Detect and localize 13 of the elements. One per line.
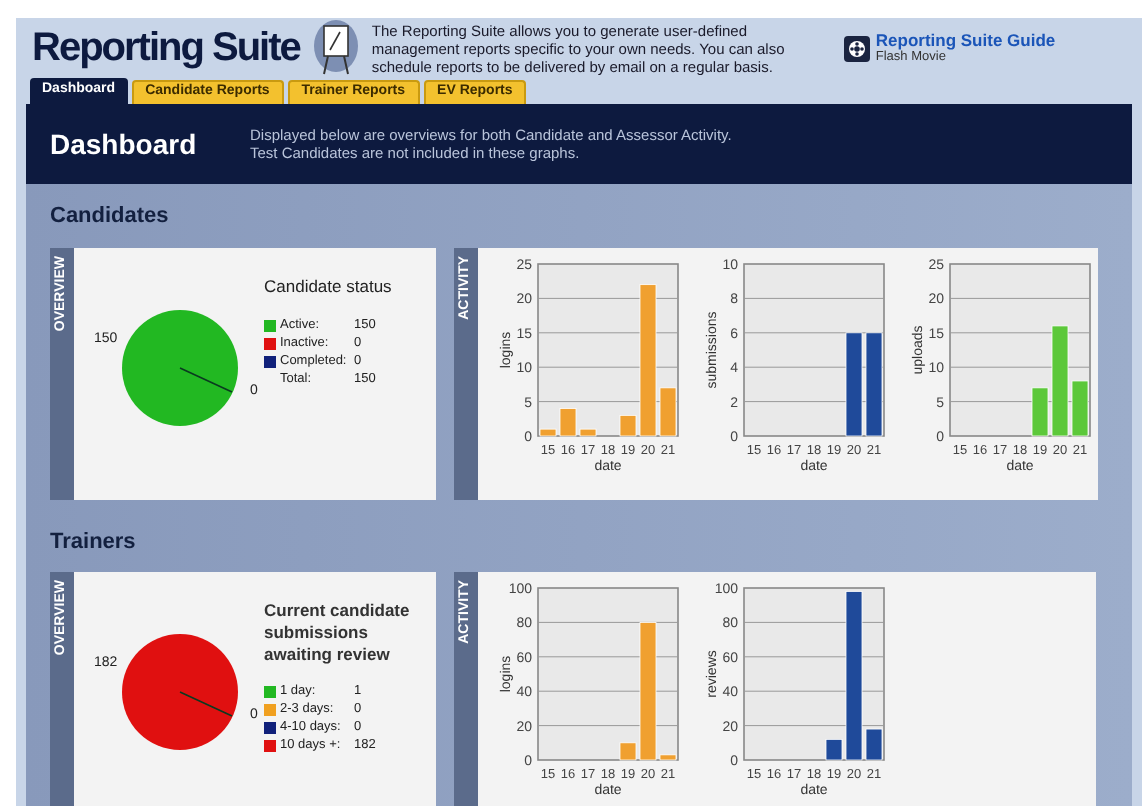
section-title: Candidates bbox=[50, 202, 171, 232]
legend-title: Candidate status bbox=[264, 275, 394, 297]
chart-bar bbox=[865, 331, 883, 436]
film-reel-icon bbox=[843, 35, 870, 61]
pie-chart-drawing bbox=[122, 309, 238, 425]
section-title: Trainers bbox=[50, 527, 138, 557]
legend-title: Current candidate submissions awaiting review bbox=[264, 600, 412, 666]
chart-bar bbox=[845, 331, 863, 436]
guide-link[interactable]: Reporting Suite Guide bbox=[875, 30, 1056, 50]
app-title: Reporting Suite bbox=[32, 24, 300, 74]
banner-title: Dashboard bbox=[48, 125, 199, 163]
easel-icon bbox=[311, 18, 360, 78]
pie-chart-drawing bbox=[122, 634, 238, 750]
